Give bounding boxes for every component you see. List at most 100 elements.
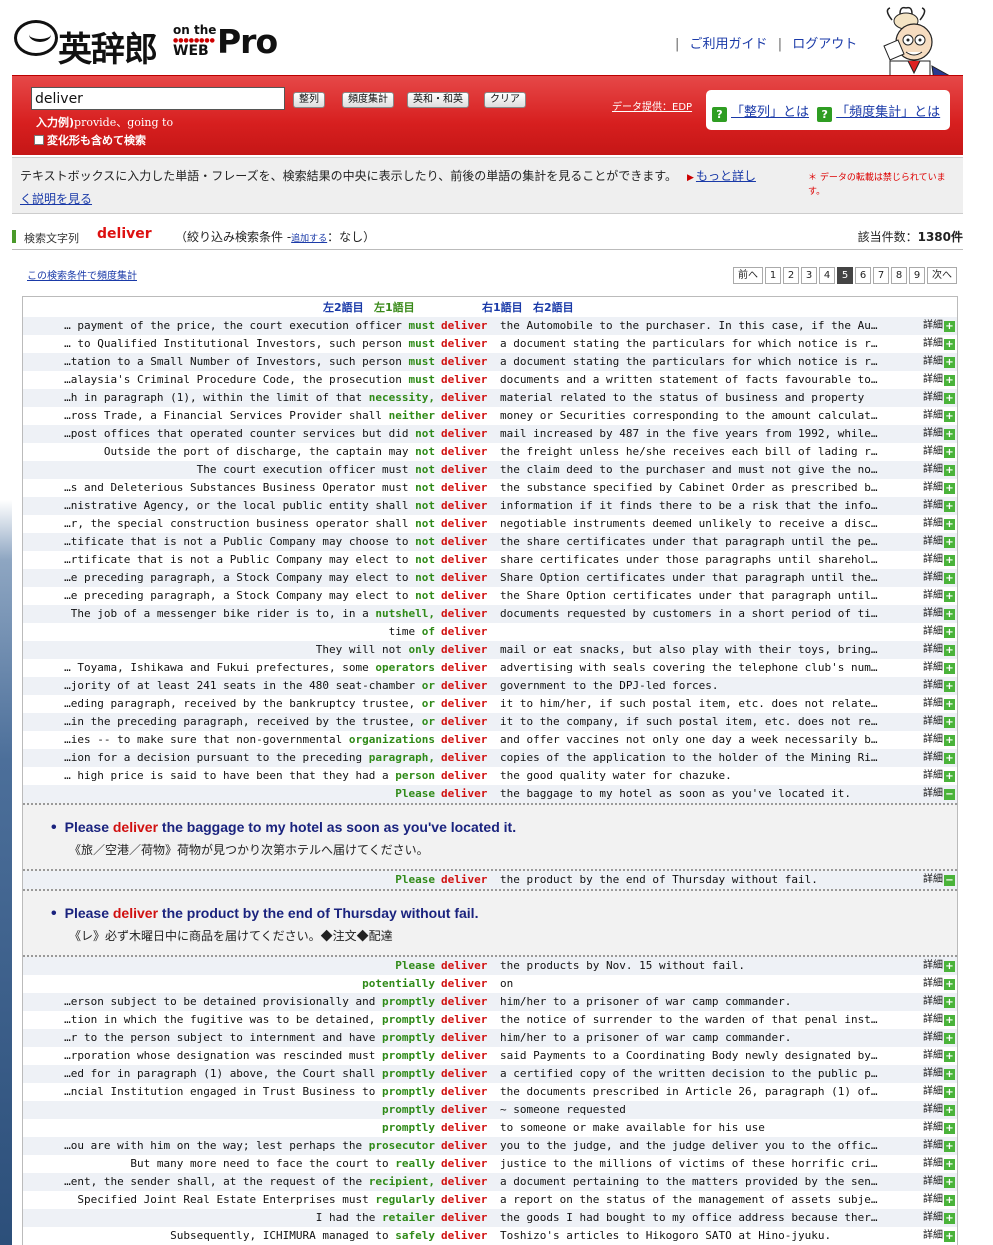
collocate-word[interactable]: recipient, (369, 1175, 435, 1188)
detail-button[interactable]: 詳細 + (923, 1137, 955, 1155)
guide-link[interactable]: ご利用ガイド (690, 37, 768, 52)
collocate-word[interactable]: of (422, 625, 435, 638)
detail-button[interactable]: 詳細 + (923, 1155, 955, 1173)
add-filter-link[interactable]: 追加する (291, 234, 327, 244)
search-input[interactable] (31, 87, 285, 110)
detail-button[interactable]: 詳細 + (923, 695, 955, 713)
collocate-word[interactable]: not (415, 445, 435, 458)
expand-icon[interactable]: + (944, 663, 955, 674)
collocate-word[interactable]: potentially (362, 977, 435, 990)
collapse-icon[interactable]: − (944, 875, 955, 886)
expand-icon[interactable]: + (944, 1177, 955, 1188)
page-8-button[interactable]: 8 (891, 267, 907, 284)
collocate-word[interactable]: Please (395, 787, 435, 800)
more-link[interactable]: もっと詳し (696, 169, 756, 183)
clear-button[interactable]: クリア (484, 92, 526, 108)
data-credit-link[interactable]: データ提供：EDP (612, 98, 692, 113)
collocate-word[interactable]: not (415, 481, 435, 494)
collocate-word[interactable]: promptly (382, 1049, 435, 1062)
detail-button[interactable]: 詳細 + (923, 389, 955, 407)
col-right1[interactable]: 右1語目 (482, 299, 523, 315)
detail-button[interactable]: 詳細 + (923, 659, 955, 677)
prev-page-button[interactable]: 前へ (733, 267, 763, 284)
expand-icon[interactable]: + (944, 1033, 955, 1044)
detail-button[interactable]: 詳細 + (923, 1101, 955, 1119)
expand-icon[interactable]: + (944, 717, 955, 728)
detail-button[interactable]: 詳細 − (923, 785, 955, 803)
detail-button[interactable]: 詳細 + (923, 1065, 955, 1083)
detail-button[interactable]: 詳細 + (923, 1083, 955, 1101)
collocate-word[interactable]: must (409, 355, 436, 368)
eiwa-waei-button[interactable]: 英和・和英 (407, 92, 469, 108)
page-7-button[interactable]: 7 (873, 267, 889, 284)
detail-button[interactable]: 詳細 + (923, 371, 955, 389)
expand-icon[interactable]: + (944, 1015, 955, 1026)
detail-button[interactable]: 詳細 + (923, 767, 955, 785)
expand-icon[interactable]: + (944, 1087, 955, 1098)
detail-button[interactable]: 詳細 + (923, 957, 955, 975)
expand-icon[interactable]: + (944, 681, 955, 692)
expand-icon[interactable]: + (944, 1231, 955, 1242)
collocate-word[interactable]: prosecutor (369, 1139, 435, 1152)
detail-button[interactable]: 詳細 + (923, 993, 955, 1011)
expand-icon[interactable]: + (944, 321, 955, 332)
detail-button[interactable]: 詳細 + (923, 749, 955, 767)
expand-icon[interactable]: + (944, 1213, 955, 1224)
detail-button[interactable]: 詳細 − (923, 871, 955, 889)
detail-button[interactable]: 詳細 + (923, 587, 955, 605)
expand-icon[interactable]: + (944, 609, 955, 620)
expand-icon[interactable]: + (944, 1105, 955, 1116)
collocate-word[interactable]: not (415, 553, 435, 566)
expand-icon[interactable]: + (944, 429, 955, 440)
detail-button[interactable]: 詳細 + (923, 551, 955, 569)
detail-button[interactable]: 詳細 + (923, 533, 955, 551)
collocate-word[interactable]: neither (389, 409, 435, 422)
variant-checkbox[interactable]: 変化形も含めて検索 (34, 132, 146, 148)
expand-icon[interactable]: + (944, 735, 955, 746)
collocate-word[interactable]: regularly (375, 1193, 435, 1206)
page-2-button[interactable]: 2 (783, 267, 799, 284)
collocate-word[interactable]: promptly (382, 1103, 435, 1116)
expand-icon[interactable]: + (944, 519, 955, 530)
expand-icon[interactable]: + (944, 339, 955, 350)
detail-button[interactable]: 詳細 + (923, 623, 955, 641)
collocate-word[interactable]: or (422, 679, 435, 692)
page-6-button[interactable]: 6 (855, 267, 871, 284)
collocate-word[interactable]: person (395, 769, 435, 782)
sort-help-link[interactable]: 「整列」とは (731, 105, 809, 120)
expand-icon[interactable]: + (944, 1069, 955, 1080)
expand-icon[interactable]: + (944, 1159, 955, 1170)
detail-button[interactable]: 詳細 + (923, 731, 955, 749)
collocate-word[interactable]: paragraph, (369, 751, 435, 764)
expand-icon[interactable]: + (944, 699, 955, 710)
detail-button[interactable]: 詳細 + (923, 1227, 955, 1245)
collocate-word[interactable]: not (415, 589, 435, 602)
collocate-word[interactable]: necessity, (369, 391, 435, 404)
collocate-word[interactable]: not (415, 499, 435, 512)
col-right2[interactable]: 右2語目 (533, 299, 574, 315)
expand-icon[interactable]: + (944, 555, 955, 566)
page-4-button[interactable]: 4 (819, 267, 835, 284)
expand-icon[interactable]: + (944, 645, 955, 656)
page-1-button[interactable]: 1 (765, 267, 781, 284)
detail-button[interactable]: 詳細 + (923, 975, 955, 993)
col-left2[interactable]: 左2語目 (323, 299, 364, 315)
expand-icon[interactable]: + (944, 591, 955, 602)
next-page-button[interactable]: 次へ (927, 267, 957, 284)
sort-button[interactable]: 整列 (293, 92, 325, 108)
collocate-word[interactable]: organizations (349, 733, 435, 746)
detail-button[interactable]: 詳細 + (923, 569, 955, 587)
collocate-word[interactable]: Please (395, 873, 435, 886)
expand-icon[interactable]: + (944, 393, 955, 404)
learn-more-link[interactable]: く説明を見る (20, 192, 92, 206)
detail-button[interactable]: 詳細 + (923, 1047, 955, 1065)
collocate-word[interactable]: nutshell, (375, 607, 435, 620)
collocate-word[interactable]: promptly (382, 995, 435, 1008)
collocate-word[interactable]: not (415, 463, 435, 476)
expand-icon[interactable]: + (944, 465, 955, 476)
collocate-word[interactable]: safely (395, 1229, 435, 1242)
collocate-word[interactable]: promptly (382, 1067, 435, 1080)
collocate-word[interactable]: operators (375, 661, 435, 674)
detail-button[interactable]: 詳細 + (923, 461, 955, 479)
collocate-word[interactable]: retailer (382, 1211, 435, 1224)
